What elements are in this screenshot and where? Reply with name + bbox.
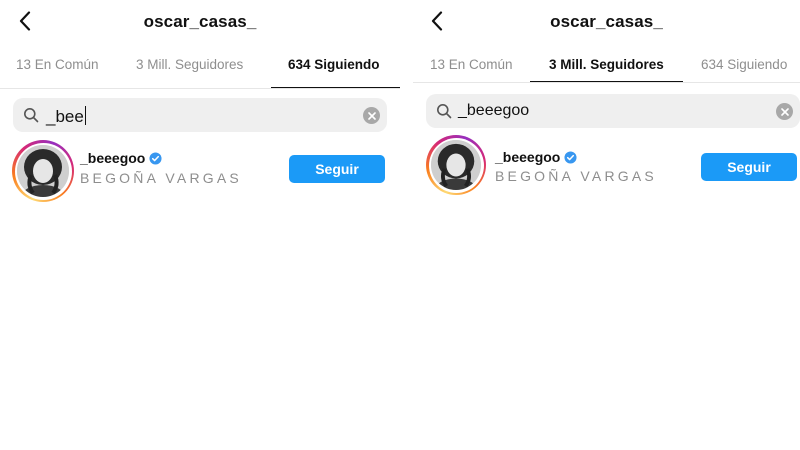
text-cursor (84, 106, 86, 125)
clear-icon (367, 111, 376, 120)
verified-badge-icon (564, 150, 577, 164)
top-bar: oscar_casas_ (0, 0, 400, 44)
search-result-row[interactable]: _beeegoo BEGOÑA VARGAS Seguir (12, 140, 388, 202)
tabs-divider (413, 82, 800, 83)
follow-tabs: 13 En Común 3 Mill. Seguidores 634 Sigui… (413, 44, 800, 88)
avatar-photo (17, 145, 69, 197)
tab-en-comun[interactable]: 13 En Común (16, 57, 99, 72)
right-screen: oscar_casas_ 13 En Común 3 Mill. Seguido… (413, 0, 800, 450)
clear-search-button[interactable] (776, 103, 793, 120)
avatar[interactable] (12, 140, 74, 202)
search-bar[interactable]: _beeegoo (426, 94, 800, 128)
result-username[interactable]: _beeegoo (80, 150, 162, 166)
profile-username-title: oscar_casas_ (143, 12, 257, 31)
follow-tabs: 13 En Común 3 Mill. Seguidores 634 Sigui… (0, 44, 400, 89)
search-input[interactable]: _bee (46, 106, 86, 127)
tab-en-comun[interactable]: 13 En Común (430, 57, 513, 72)
search-bar[interactable]: _bee (13, 98, 387, 132)
result-full-name: BEGOÑA VARGAS (495, 168, 657, 184)
search-icon (437, 104, 452, 119)
follow-button[interactable]: Seguir (289, 155, 385, 183)
result-username[interactable]: _beeegoo (495, 149, 577, 165)
tab-seguidores[interactable]: 3 Mill. Seguidores (549, 57, 664, 72)
tabs-divider (0, 88, 400, 89)
tab-seguidores[interactable]: 3 Mill. Seguidores (136, 57, 243, 72)
search-result-row[interactable]: _beeegoo BEGOÑA VARGAS Seguir (426, 135, 800, 197)
avatar[interactable] (426, 135, 486, 195)
tab-siguiendo[interactable]: 634 Siguiendo (701, 57, 787, 72)
follow-button[interactable]: Seguir (701, 153, 797, 181)
top-bar: oscar_casas_ (413, 0, 800, 44)
tab-siguiendo[interactable]: 634 Siguiendo (288, 57, 380, 72)
search-input[interactable]: _beeegoo (458, 102, 529, 120)
result-full-name: BEGOÑA VARGAS (80, 170, 242, 186)
clear-icon (780, 107, 789, 116)
left-screen: oscar_casas_ 13 En Común 3 Mill. Seguido… (0, 0, 400, 450)
clear-search-button[interactable] (363, 107, 380, 124)
avatar-photo (431, 140, 481, 190)
verified-badge-icon (149, 151, 162, 165)
profile-username-title: oscar_casas_ (550, 12, 663, 31)
search-input-value: _bee (46, 107, 84, 126)
search-icon (24, 108, 39, 123)
